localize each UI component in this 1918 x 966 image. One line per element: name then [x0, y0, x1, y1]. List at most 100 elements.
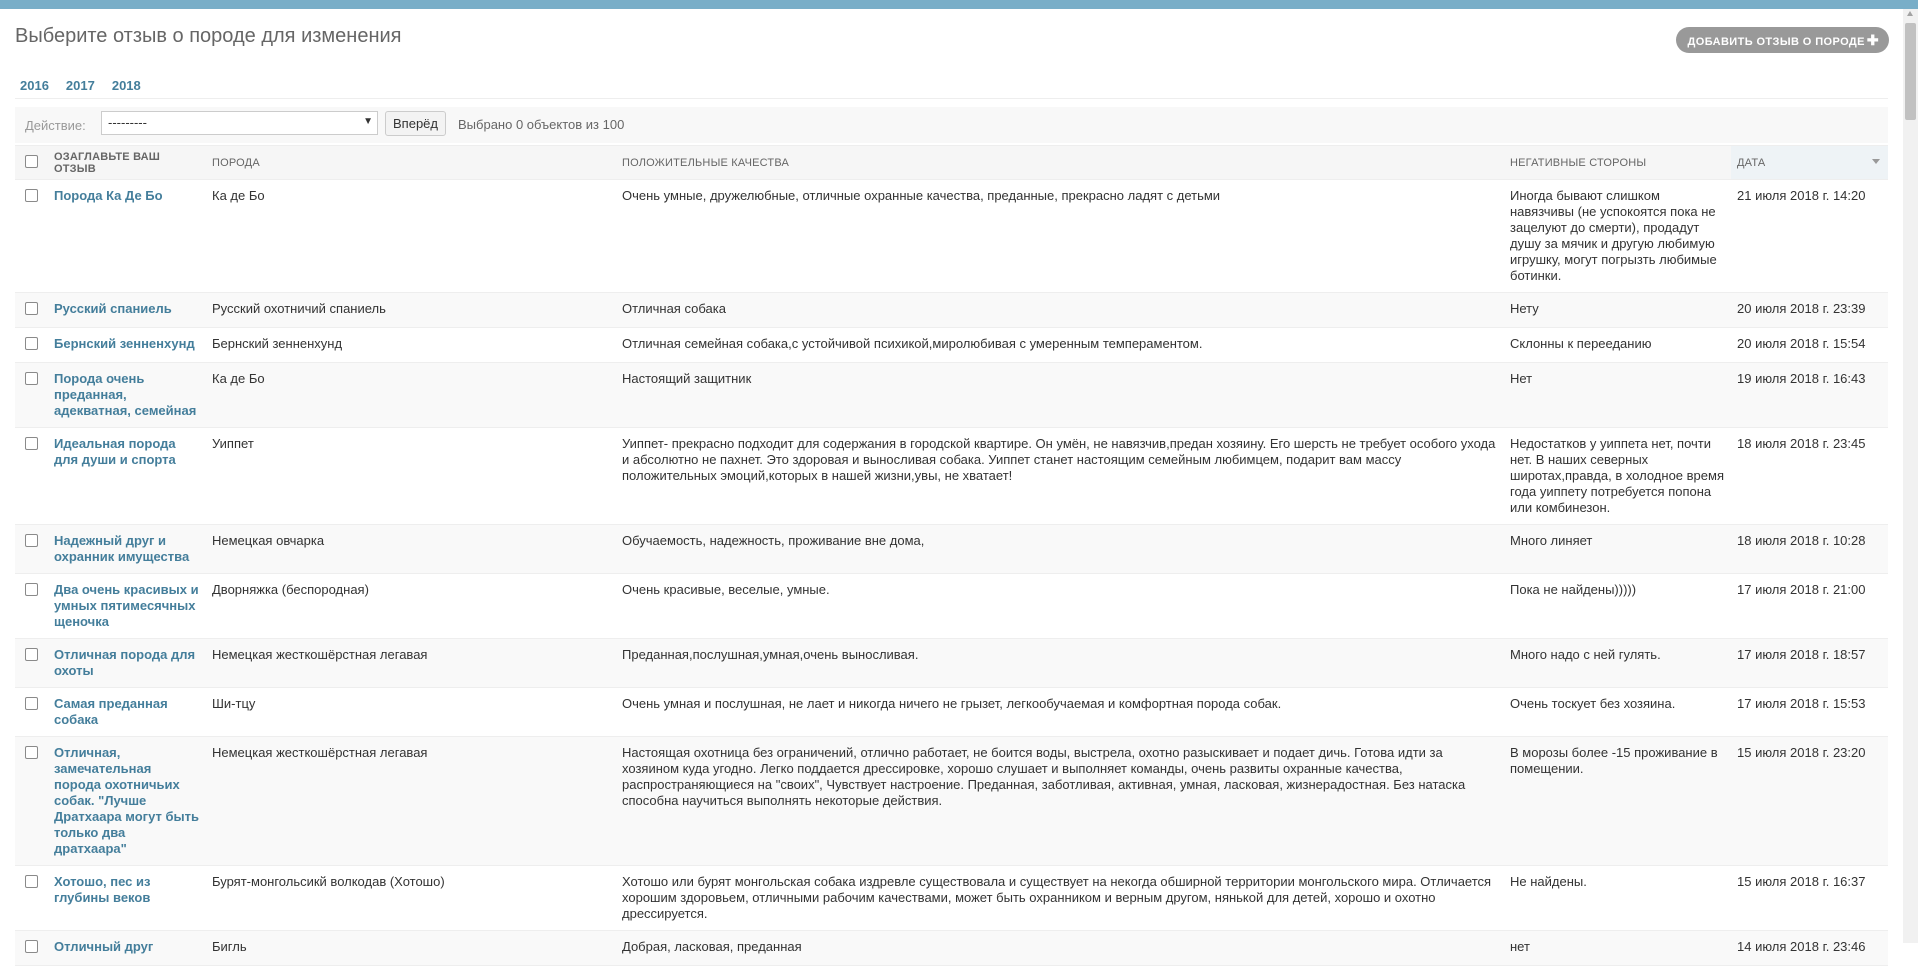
table-row: Порода Ка Де Бо Ка де Бо Очень умные, др…	[15, 179, 1888, 293]
row-checkbox[interactable]	[25, 372, 38, 385]
review-title-link[interactable]: Два очень красивых и умных пятимесячных …	[54, 582, 199, 629]
date-cell: 17 июля 2018 г. 18:57	[1731, 638, 1888, 688]
table-row: Два очень красивых и умных пятимесячных …	[15, 573, 1888, 639]
row-select-cell	[15, 865, 48, 931]
title-cell: Порода очень преданная, адекватная, семе…	[48, 362, 206, 428]
row-select-cell	[15, 524, 48, 574]
positive-cell: Хотошо или бурят монгольская собака издр…	[616, 865, 1504, 931]
row-checkbox[interactable]	[25, 583, 38, 596]
table-row: Отличная порода для охоты Немецкая жестк…	[15, 638, 1888, 688]
row-checkbox[interactable]	[25, 337, 38, 350]
row-checkbox[interactable]	[25, 302, 38, 315]
row-select-cell	[15, 736, 48, 866]
table-header-row: Озаглавьте ваш отзыв Порода Положительны…	[15, 145, 1888, 180]
row-checkbox[interactable]	[25, 189, 38, 202]
row-select-cell	[15, 292, 48, 328]
results-table: Озаглавьте ваш отзыв Порода Положительны…	[15, 145, 1888, 966]
title-cell: Идеальная порода для души и спорта	[48, 427, 206, 525]
scrollbar-thumb[interactable]	[1905, 23, 1916, 120]
selection-counter: Выбрано 0 объектов из 100	[458, 117, 625, 132]
scroll-up-arrow-icon[interactable]	[1907, 11, 1913, 16]
column-header-breed[interactable]: Порода	[206, 145, 616, 180]
title-cell: Порода Ка Де Бо	[48, 179, 206, 293]
date-cell: 15 июля 2018 г. 16:37	[1731, 865, 1888, 931]
breed-cell: Немецкая жесткошёрстная легавая	[206, 736, 616, 866]
positive-cell: Добрая, ласковая, преданная	[616, 930, 1504, 966]
row-checkbox[interactable]	[25, 940, 38, 953]
date-hierarchy: 2016 2017 2018	[20, 78, 158, 93]
negative-cell: В морозы более -15 проживание в помещени…	[1504, 736, 1731, 866]
select-all-checkbox[interactable]	[25, 154, 38, 168]
row-select-cell	[15, 427, 48, 525]
sort-descending-icon[interactable]	[1872, 159, 1880, 164]
positive-cell: Обучаемость, надежность, проживание вне …	[616, 524, 1504, 574]
dropdown-arrow-icon: ▼	[363, 116, 373, 127]
column-header-positive[interactable]: Положительные качества	[616, 145, 1504, 180]
vertical-scrollbar[interactable]	[1903, 9, 1918, 943]
date-cell: 18 июля 2018 г. 23:45	[1731, 427, 1888, 525]
row-checkbox[interactable]	[25, 648, 38, 661]
column-header-date-label: Дата	[1737, 156, 1766, 169]
row-checkbox[interactable]	[25, 746, 38, 759]
review-title-link[interactable]: Идеальная порода для души и спорта	[54, 436, 176, 467]
positive-cell: Отличная семейная собака,с устойчивой пс…	[616, 327, 1504, 363]
action-label: Действие:	[25, 118, 86, 133]
review-title-link[interactable]: Отличная порода для охоты	[54, 647, 195, 678]
actions-bar: Действие: --------- ▼ Вперёд Выбрано 0 об…	[15, 107, 1888, 143]
review-title-link[interactable]: Самая преданная собака	[54, 696, 168, 727]
review-title-link[interactable]: Русский спаниель	[54, 301, 172, 316]
page-title: Выберите отзыв о породе для изменения	[15, 25, 402, 47]
row-checkbox[interactable]	[25, 875, 38, 888]
date-link-2017[interactable]: 2017	[66, 78, 95, 93]
column-header-date[interactable]: Дата	[1731, 145, 1888, 180]
breed-cell: Бернский зенненхунд	[206, 327, 616, 363]
negative-cell: Много линяет	[1504, 524, 1731, 574]
row-select-cell	[15, 179, 48, 293]
row-select-cell	[15, 362, 48, 428]
negative-cell: Много надо с ней гулять.	[1504, 638, 1731, 688]
positive-cell: Преданная,послушная,умная,очень вынослив…	[616, 638, 1504, 688]
positive-cell: Настоящая охотница без ограничений, отли…	[616, 736, 1504, 866]
negative-cell: Склонны к перееданию	[1504, 327, 1731, 363]
date-link-2018[interactable]: 2018	[112, 78, 141, 93]
go-button[interactable]: Вперёд	[385, 111, 446, 136]
positive-cell: Уиппет- прекрасно подходит для содержани…	[616, 427, 1504, 525]
title-cell: Отличная, замечательная порода охотничьи…	[48, 736, 206, 866]
review-title-link[interactable]: Порода Ка Де Бо	[54, 188, 163, 203]
review-title-link[interactable]: Хотошо, пес из глубины веков	[54, 874, 150, 905]
review-title-link[interactable]: Надежный друг и охранник имущества	[54, 533, 189, 564]
table-row: Русский спаниель Русский охотничий спани…	[15, 292, 1888, 328]
date-cell: 17 июля 2018 г. 21:00	[1731, 573, 1888, 639]
positive-cell: Очень умные, дружелюбные, отличные охран…	[616, 179, 1504, 293]
row-checkbox[interactable]	[25, 697, 38, 710]
row-checkbox[interactable]	[25, 437, 38, 450]
breed-cell: Дворняжка (беспородная)	[206, 573, 616, 639]
column-header-title[interactable]: Озаглавьте ваш отзыв	[48, 145, 206, 180]
title-cell: Хотошо, пес из глубины веков	[48, 865, 206, 931]
table-row: Порода очень преданная, адекватная, семе…	[15, 362, 1888, 428]
date-cell: 20 июля 2018 г. 15:54	[1731, 327, 1888, 363]
review-title-link[interactable]: Порода очень преданная, адекватная, семе…	[54, 371, 196, 418]
table-row: Надежный друг и охранник имущества Немец…	[15, 524, 1888, 574]
column-header-negative[interactable]: Негативные стороны	[1504, 145, 1731, 180]
review-title-link[interactable]: Отличная, замечательная порода охотничьи…	[54, 745, 199, 856]
action-select[interactable]: --------- ▼	[101, 111, 378, 135]
negative-cell: Нету	[1504, 292, 1731, 328]
review-title-link[interactable]: Отличный друг	[54, 939, 153, 954]
table-row: Самая преданная собака Ши-тцу Очень умна…	[15, 687, 1888, 737]
row-select-cell	[15, 573, 48, 639]
negative-cell: нет	[1504, 930, 1731, 966]
review-title-link[interactable]: Бернский зенненхунд	[54, 336, 195, 351]
table-row: Отличный друг Бигль Добрая, ласковая, пр…	[15, 930, 1888, 966]
add-review-button[interactable]: Добавить отзыв о породе ✚	[1675, 27, 1889, 53]
title-cell: Два очень красивых и умных пятимесячных …	[48, 573, 206, 639]
date-cell: 18 июля 2018 г. 10:28	[1731, 524, 1888, 574]
date-link-2016[interactable]: 2016	[20, 78, 49, 93]
row-checkbox[interactable]	[25, 534, 38, 547]
date-cell: 15 июля 2018 г. 23:20	[1731, 736, 1888, 866]
table-row: Хотошо, пес из глубины веков Бурят-монго…	[15, 865, 1888, 931]
date-cell: 21 июля 2018 г. 14:20	[1731, 179, 1888, 293]
breed-cell: Немецкая овчарка	[206, 524, 616, 574]
row-select-cell	[15, 327, 48, 363]
top-header-bar	[0, 0, 1918, 9]
